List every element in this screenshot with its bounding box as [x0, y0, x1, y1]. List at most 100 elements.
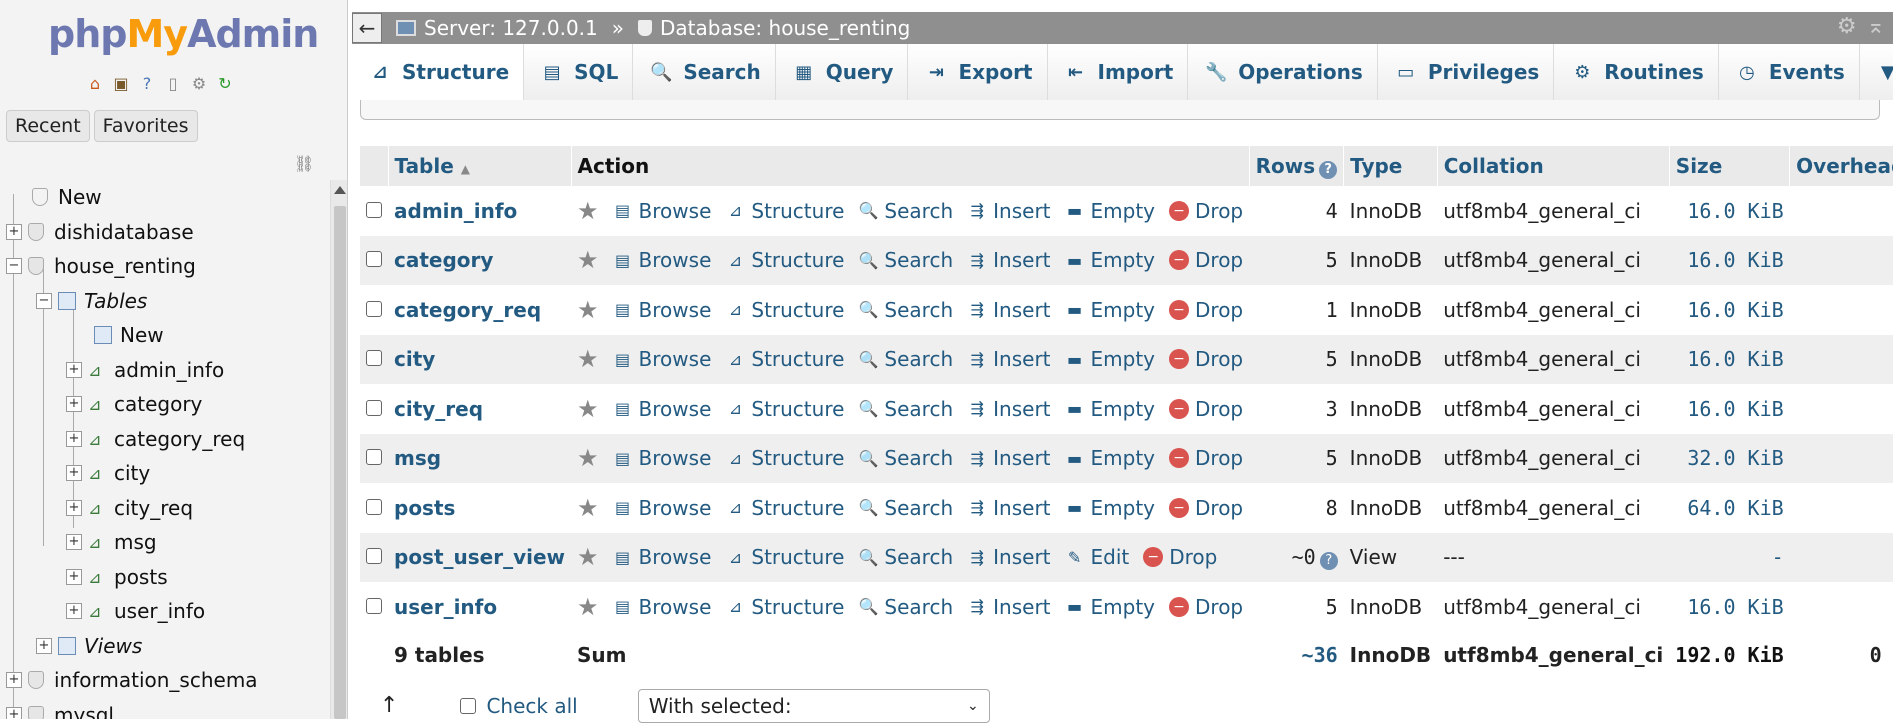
table-structure-icon[interactable]: ⊿ [88, 602, 106, 621]
row-checkbox[interactable] [366, 449, 382, 466]
tab-operations[interactable]: 🔧 Operations [1188, 44, 1378, 100]
browse-action[interactable]: ▤ Browse [613, 199, 711, 223]
row-checkbox[interactable] [366, 300, 382, 317]
settings-gear-icon[interactable]: ⚙ [1837, 14, 1857, 39]
size-cell[interactable]: 16.0 KiB [1669, 334, 1790, 384]
size-cell[interactable]: - [1669, 532, 1790, 582]
browse-action[interactable]: ▤ Browse [613, 248, 711, 272]
tree-item-msg[interactable]: + ⊿ msg [0, 525, 330, 560]
expand-icon[interactable]: + [36, 637, 52, 654]
insert-action[interactable]: ⇶ Insert [967, 446, 1050, 470]
tree-item-admin-info[interactable]: + ⊿ admin_info [0, 353, 330, 388]
check-all-label[interactable]: Check all [486, 694, 577, 718]
row-checkbox[interactable] [366, 201, 382, 218]
table-name-link[interactable]: post_user_view [394, 545, 565, 569]
tab-privileges[interactable]: ▭ Privileges [1377, 44, 1555, 100]
expand-icon[interactable]: + [66, 396, 82, 413]
overhead-column-header[interactable]: Overhead [1789, 146, 1893, 186]
search-action[interactable]: 🔍 Search [858, 545, 953, 569]
expand-icon[interactable]: + [6, 706, 22, 719]
tree-item-posts[interactable]: + ⊿ posts [0, 560, 330, 595]
scrollbar-thumb[interactable] [334, 206, 346, 719]
back-arrow-icon[interactable]: ← [352, 13, 382, 43]
tree-item-views[interactable]: + Views [0, 629, 330, 664]
drop-action[interactable]: − Drop [1143, 545, 1217, 569]
tree-item-new-database[interactable]: New [0, 180, 330, 215]
tab-more[interactable]: ▼More [1859, 44, 1893, 100]
empty-action[interactable]: ▬ Empty [1065, 347, 1155, 371]
tree-item-category-req[interactable]: + ⊿ category_req [0, 422, 330, 457]
home-icon[interactable]: ⌂ [84, 72, 106, 94]
drop-action[interactable]: − Drop [1169, 347, 1243, 371]
table-structure-icon[interactable]: ⊿ [88, 464, 106, 483]
tree-item-user-info[interactable]: + ⊿ user_info [0, 594, 330, 629]
size-cell[interactable]: 16.0 KiB [1669, 384, 1790, 434]
size-cell[interactable]: 32.0 KiB [1669, 433, 1790, 483]
structure-action[interactable]: ⊿ Structure [725, 496, 845, 520]
expand-icon[interactable]: + [6, 672, 22, 689]
drop-action[interactable]: − Drop [1169, 496, 1243, 520]
row-checkbox[interactable] [366, 251, 382, 268]
tree-item-house-renting[interactable]: − house_renting [0, 249, 330, 284]
row-checkbox[interactable] [366, 548, 382, 565]
reload-icon[interactable]: ↻ [214, 72, 236, 94]
empty-action[interactable]: ▬ Empty [1065, 248, 1155, 272]
tab-sql[interactable]: ▤ SQL [524, 44, 634, 100]
breadcrumb-server[interactable]: Server: 127.0.0.1 [424, 16, 598, 40]
sort-asc-icon[interactable]: ▲ [461, 162, 470, 176]
browse-action[interactable]: ▤ Browse [613, 298, 711, 322]
search-action[interactable]: 🔍 Search [858, 298, 953, 322]
insert-action[interactable]: ⇶ Insert [967, 248, 1050, 272]
favorite-star-icon[interactable]: ★ [577, 494, 599, 522]
collation-column-header[interactable]: Collation [1437, 146, 1670, 186]
structure-action[interactable]: ⊿ Structure [725, 248, 845, 272]
expand-icon[interactable]: + [6, 223, 22, 240]
empty-action[interactable]: ▬ Empty [1065, 446, 1155, 470]
help-icon[interactable]: ? [1319, 160, 1338, 179]
table-name-link[interactable]: category [394, 248, 493, 272]
settings-gear-icon[interactable]: ⚙ [188, 72, 210, 94]
expand-icon[interactable]: + [66, 430, 82, 447]
browse-action[interactable]: ▤ Browse [613, 545, 711, 569]
browse-action[interactable]: ▤ Browse [613, 595, 711, 619]
search-action[interactable]: 🔍 Search [858, 199, 953, 223]
insert-action[interactable]: ⇶ Insert [967, 298, 1050, 322]
type-column-header[interactable]: Type [1343, 146, 1438, 186]
drop-action[interactable]: − Drop [1169, 595, 1243, 619]
table-structure-icon[interactable]: ⊿ [88, 568, 106, 587]
empty-action[interactable]: ▬ Empty [1065, 496, 1155, 520]
insert-action[interactable]: ⇶ Insert [967, 397, 1050, 421]
table-structure-icon[interactable]: ⊿ [88, 430, 106, 449]
drop-action[interactable]: − Drop [1169, 298, 1243, 322]
favorite-star-icon[interactable]: ★ [577, 543, 599, 571]
tab-export[interactable]: ⇥ Export [908, 44, 1048, 100]
drop-action[interactable]: − Drop [1169, 248, 1243, 272]
search-action[interactable]: 🔍 Search [858, 446, 953, 470]
drop-action[interactable]: − Drop [1169, 446, 1243, 470]
rows-column-header[interactable]: Rows? [1249, 146, 1345, 186]
with-selected-select[interactable]: With selected: ⌄ [637, 688, 990, 723]
tree-item-city-req[interactable]: + ⊿ city_req [0, 491, 330, 526]
size-cell[interactable]: 64.0 KiB [1669, 483, 1790, 533]
favorite-star-icon[interactable]: ★ [577, 444, 599, 472]
tree-item-mysql[interactable]: + mysql [0, 698, 330, 719]
tab-query[interactable]: ▦ Query [775, 44, 909, 100]
tree-item-city[interactable]: + ⊿ city [0, 456, 330, 491]
tree-item-new-table[interactable]: New [0, 318, 330, 353]
expand-icon[interactable]: + [66, 534, 82, 551]
browse-action[interactable]: ▤ Browse [613, 496, 711, 520]
tab-search[interactable]: 🔍 Search [633, 44, 776, 100]
table-column-header[interactable]: Table ▲ [388, 146, 572, 186]
size-cell[interactable]: 16.0 KiB [1669, 582, 1790, 632]
favorite-star-icon[interactable]: ★ [577, 197, 599, 225]
empty-action[interactable]: ▬ Empty [1065, 199, 1155, 223]
table-name-link[interactable]: city [394, 347, 435, 371]
browse-action[interactable]: ▤ Browse [613, 347, 711, 371]
empty-action[interactable]: ▬ Empty [1065, 595, 1155, 619]
row-checkbox[interactable] [366, 399, 382, 416]
expand-icon[interactable]: + [66, 499, 82, 516]
table-structure-icon[interactable]: ⊿ [88, 361, 106, 380]
row-checkbox[interactable] [366, 498, 382, 515]
empty-action[interactable]: ▬ Empty [1065, 397, 1155, 421]
tab-import[interactable]: ⇤ Import [1047, 44, 1189, 100]
